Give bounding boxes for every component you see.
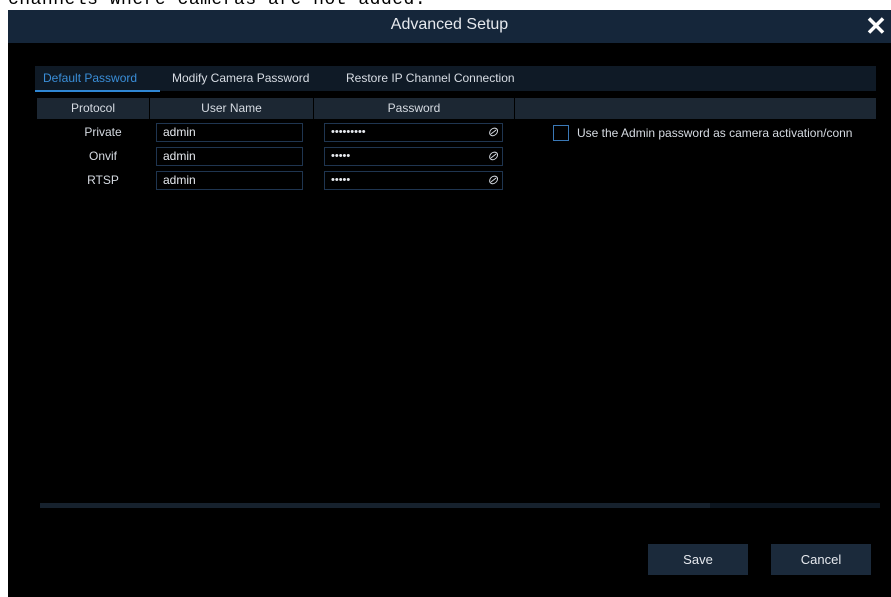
dialog-title: Advanced Setup bbox=[390, 16, 509, 33]
save-button[interactable]: Save bbox=[648, 544, 748, 575]
horizontal-scrollbar-thumb[interactable] bbox=[40, 503, 710, 508]
admin-password-activation-checkbox[interactable] bbox=[553, 125, 569, 141]
username-field-onvif[interactable]: admin bbox=[156, 147, 303, 166]
header-password: Password bbox=[314, 98, 514, 119]
close-icon[interactable]: ✕ bbox=[863, 12, 889, 40]
background-document-text: channels where cameras are not added. bbox=[8, 0, 427, 10]
username-field-rtsp[interactable]: admin bbox=[156, 171, 303, 190]
protocol-private: Private bbox=[84, 125, 122, 139]
tab-bar: Default Password Modify Camera Password … bbox=[35, 66, 876, 91]
password-value: ••••• bbox=[331, 150, 351, 162]
eye-slash-icon[interactable]: ⊘ bbox=[487, 147, 498, 164]
protocol-rtsp: RTSP bbox=[87, 173, 119, 187]
password-field-onvif[interactable]: ••••• ⊘ bbox=[324, 147, 503, 166]
header-blank bbox=[515, 98, 876, 119]
username-field-private[interactable]: admin bbox=[156, 123, 303, 142]
password-value: ••••• bbox=[331, 174, 351, 186]
title-bar: Advanced Setup ✕ bbox=[8, 10, 891, 43]
header-protocol: Protocol bbox=[37, 98, 149, 119]
cancel-button[interactable]: Cancel bbox=[771, 544, 871, 575]
tab-modify-camera-password[interactable]: Modify Camera Password bbox=[172, 71, 309, 85]
password-value: ••••••••• bbox=[331, 126, 366, 138]
password-field-rtsp[interactable]: ••••• ⊘ bbox=[324, 171, 503, 190]
eye-slash-icon[interactable]: ⊘ bbox=[487, 171, 498, 188]
eye-slash-icon[interactable]: ⊘ bbox=[487, 123, 498, 140]
active-tab-indicator bbox=[35, 90, 160, 92]
tab-default-password[interactable]: Default Password bbox=[43, 71, 137, 85]
protocol-onvif: Onvif bbox=[88, 149, 117, 163]
advanced-setup-dialog: Advanced Setup ✕ Default Password Modify… bbox=[8, 10, 891, 597]
header-user-name: User Name bbox=[150, 98, 313, 119]
tab-restore-ip-channel-connection[interactable]: Restore IP Channel Connection bbox=[346, 71, 515, 85]
admin-password-activation-label: Use the Admin password as camera activat… bbox=[577, 126, 853, 140]
password-field-private[interactable]: ••••••••• ⊘ bbox=[324, 123, 503, 142]
